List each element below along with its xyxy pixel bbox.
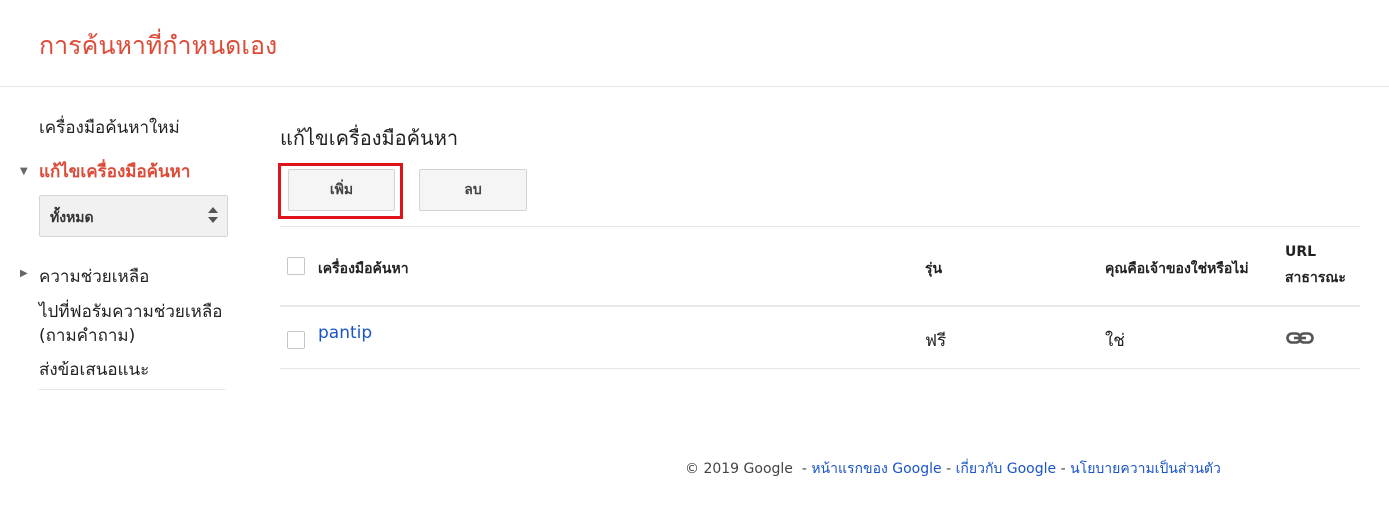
column-header-public-url: URL สาธารณะ [1285, 239, 1346, 291]
sidebar-item-edit-engine[interactable]: แก้ไขเครื่องมือค้นหา [39, 158, 190, 185]
footer-link-privacy[interactable]: นโยบายความเป็นส่วนตัว [1070, 461, 1221, 477]
sidebar-divider [39, 389, 225, 390]
sidebar-item-help[interactable]: ความช่วยเหลือ [39, 263, 149, 290]
owner-value: ใช่ [1105, 331, 1125, 351]
select-all-checkbox[interactable] [287, 257, 305, 275]
footer-separator: - [1060, 461, 1066, 477]
caret-right-icon: ▶ [20, 268, 28, 279]
engine-filter-value: ทั้งหมด [50, 210, 94, 226]
footer-copyright: © 2019 Google [685, 461, 793, 477]
sidebar-item-forum-sub[interactable]: (ถามคำถาม) [39, 322, 135, 349]
sidebar-item-new-engine[interactable]: เครื่องมือค้นหาใหม่ [39, 114, 180, 141]
header: การค้นหาที่กำหนดเอง [0, 0, 1389, 87]
engine-name-link[interactable]: pantip [318, 323, 372, 343]
section-title: แก้ไขเครื่องมือค้นหา [280, 126, 459, 150]
column-header-edition: รุ่น [925, 261, 943, 277]
page-title: การค้นหาที่กำหนดเอง [39, 31, 278, 60]
footer-link-home[interactable]: หน้าแรกของ Google [811, 461, 941, 477]
engine-filter-select[interactable]: ทั้งหมด [39, 195, 228, 237]
footer-separator: - [946, 461, 952, 477]
edition-value: ฟรี [925, 331, 947, 351]
table-top-divider [280, 226, 1360, 227]
row-checkbox[interactable] [287, 331, 305, 349]
row-divider [280, 368, 1360, 369]
link-icon[interactable] [1286, 331, 1314, 345]
sidebar-item-forum[interactable]: ไปที่ฟอรัมความช่วยเหลือ [39, 298, 223, 325]
column-header-public-url-line2: สาธารณะ [1285, 270, 1346, 286]
footer-link-about[interactable]: เกี่ยวกับ Google [956, 461, 1057, 477]
column-header-owner: คุณคือเจ้าของใช่หรือไม่ [1105, 261, 1249, 277]
column-header-public-url-line1: URL [1285, 244, 1317, 260]
select-arrows-icon [208, 205, 218, 227]
delete-button[interactable]: ลบ [419, 169, 527, 211]
footer-separator: - [801, 461, 807, 477]
sidebar-item-feedback[interactable]: ส่งข้อเสนอแนะ [39, 356, 149, 383]
header-row-divider [280, 305, 1360, 307]
column-header-name: เครื่องมือค้นหา [318, 261, 409, 277]
footer: © 2019 Google - หน้าแรกของ Google - เกี่… [685, 458, 1221, 480]
caret-down-icon: ▼ [20, 166, 28, 177]
add-button[interactable]: เพิ่ม [288, 169, 395, 211]
